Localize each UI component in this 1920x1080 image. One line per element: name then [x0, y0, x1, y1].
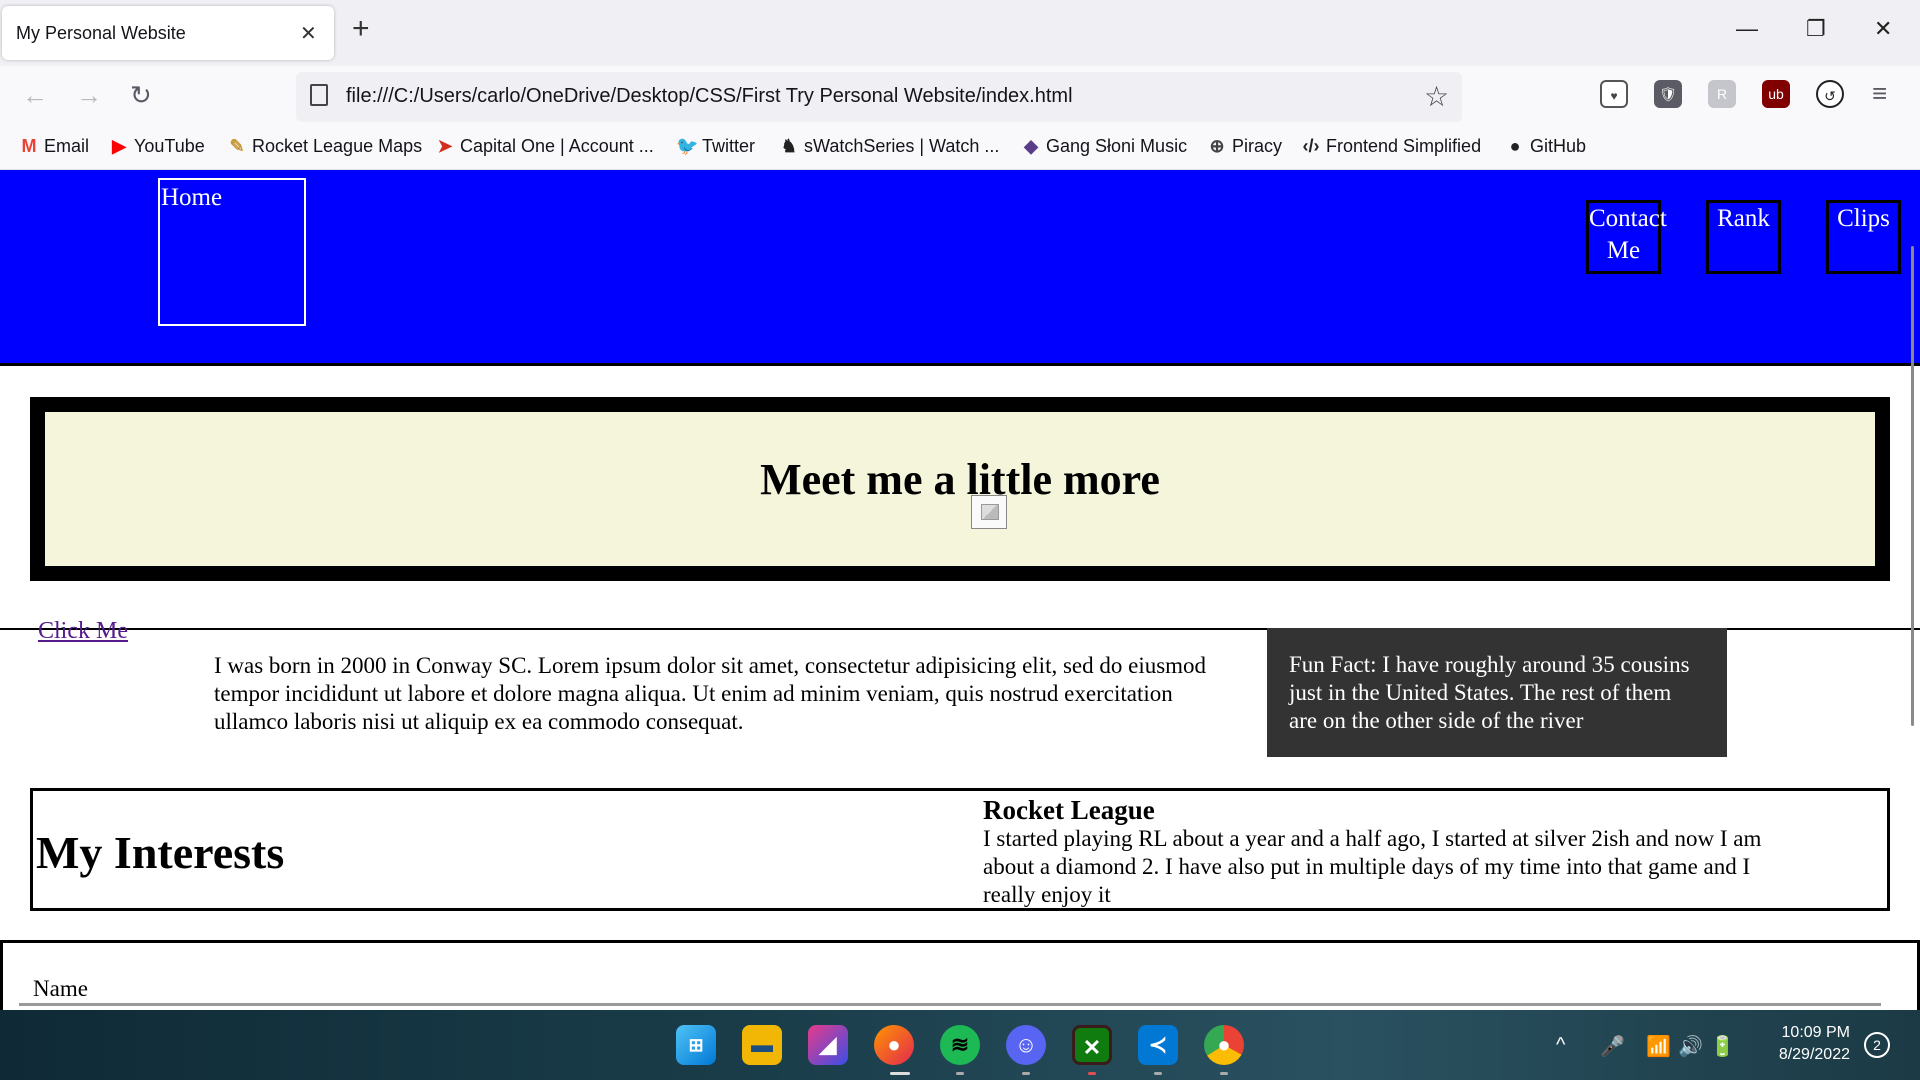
bookmark-icon: ✎	[229, 136, 245, 156]
spotify-indicator	[956, 1072, 964, 1075]
clock-time: 10:09 PM	[1781, 1024, 1850, 1041]
clock-date: 8/29/2022	[1778, 1046, 1850, 1063]
notification-badge[interactable]: 2	[1864, 1032, 1890, 1058]
firefox-icon[interactable]: ●	[874, 1025, 914, 1065]
extension-icon[interactable]: R	[1708, 80, 1736, 108]
xbox-icon[interactable]: ✕	[1072, 1025, 1112, 1065]
tab-my-personal-website[interactable]: My Personal Website ✕	[2, 6, 334, 60]
bookmark-item[interactable]: 🐦 Twitter	[676, 136, 755, 157]
interests-title: My Interests	[36, 827, 285, 878]
bookmark-item[interactable]: ▶ YouTube	[108, 136, 205, 157]
close-window-icon[interactable]: ✕	[1874, 16, 1892, 42]
bookmark-label: Twitter	[702, 136, 756, 156]
fun-fact-box: Fun Fact: I have roughly around 35 cousi…	[1267, 628, 1727, 757]
volume-icon[interactable]: 🔊	[1678, 1034, 1703, 1059]
bookmark-label: YouTube	[134, 136, 205, 156]
contact-label-line1: Contact	[1589, 205, 1667, 232]
bookmark-icon: ⊕	[1209, 136, 1225, 156]
spotify-icon[interactable]: ≋	[940, 1025, 980, 1065]
hero-section: Meet me a little more	[30, 397, 1890, 581]
menu-icon[interactable]: ≡	[1872, 80, 1887, 106]
discord-icon[interactable]: ☺	[1006, 1025, 1046, 1065]
navigation-toolbar: ← → ↻ file:///C:/Users/carlo/OneDrive/De…	[0, 66, 1920, 130]
bookmark-star-icon[interactable]: ☆	[1424, 80, 1449, 113]
clock[interactable]: 10:09 PM 8/29/2022	[1740, 1022, 1850, 1066]
shield-icon[interactable]: 🛡	[1654, 80, 1682, 108]
bookmark-label: Rocket League Maps	[252, 136, 423, 156]
page-icon	[310, 84, 328, 106]
interest-item: Rocket League I started playing RL about…	[983, 795, 1803, 909]
vscode-icon[interactable]: ≺	[1138, 1025, 1178, 1065]
bookmarks-toolbar: M Email ▶ YouTube ✎ Rocket League Maps ➤ Capita…	[0, 130, 1920, 170]
interests-section: My Interests Rocket League I started pla…	[30, 788, 1890, 911]
bookmark-label: GitHub	[1530, 136, 1587, 156]
forward-icon[interactable]: →	[76, 82, 102, 108]
bookmark-icon: ‹/›	[1302, 136, 1320, 156]
bookmark-label: Email	[44, 136, 90, 156]
bookmark-item[interactable]: ⊕ Piracy	[1206, 136, 1282, 157]
chrome-icon[interactable]: ●	[1204, 1025, 1244, 1065]
taskbar: ⊞ ▬ ◢ ● ≋ ☺ ✕ ≺ ● ^ 🎤 📶 🔊 🔋 10:09 PM 8/2…	[0, 1010, 1920, 1080]
contact-me-link[interactable]: Contact Me	[1586, 200, 1667, 274]
discord-indicator	[1022, 1072, 1030, 1075]
bookmark-icon: ▶	[112, 136, 126, 156]
vscode-indicator	[1154, 1072, 1162, 1075]
url-text[interactable]: file:///C:/Users/carlo/OneDrive/Desktop/…	[346, 85, 1073, 108]
bookmark-icon: ➤	[437, 136, 453, 156]
tab-title: My Personal Website	[16, 23, 186, 43]
interest-item-title: Rocket League	[983, 795, 1155, 825]
bookmark-label: Capital One | Account ...	[460, 136, 654, 156]
bookmark-label: Frontend Simplified	[1326, 136, 1482, 156]
bookmark-icon: M	[21, 136, 37, 156]
restore-icon[interactable]: ❐	[1806, 16, 1826, 42]
home-link[interactable]: Home	[158, 178, 306, 326]
bio-paragraph: I was born in 2000 in Conway SC. Lorem i…	[214, 653, 1207, 734]
back-icon[interactable]: ←	[22, 82, 48, 108]
xbox-indicator	[1088, 1072, 1096, 1075]
battery-icon[interactable]: 🔋	[1710, 1034, 1735, 1059]
bookmark-icon: ◆	[1024, 136, 1038, 156]
site-header: Home Contact Me Rank Clips	[0, 170, 1920, 366]
file-explorer-icon[interactable]: ▬	[742, 1025, 782, 1065]
bookmark-label: Gang Słoni Music	[1046, 136, 1188, 156]
microphone-icon[interactable]: 🎤	[1600, 1034, 1625, 1059]
contact-label-line2: Me	[1606, 237, 1641, 264]
tab-strip: My Personal Website ✕ + — ❐ ✕	[0, 0, 1920, 66]
minimize-icon[interactable]: —	[1736, 16, 1758, 42]
bookmark-item[interactable]: ➤ Capital One | Account ...	[434, 136, 654, 157]
show-hidden-icons-icon[interactable]: ^	[1556, 1034, 1565, 1057]
hero-title: Meet me a little more	[760, 455, 1160, 504]
app-icon[interactable]: ◢	[808, 1025, 848, 1065]
wifi-icon[interactable]: 📶	[1646, 1034, 1671, 1059]
rank-link[interactable]: Rank	[1706, 200, 1781, 274]
bookmark-icon: 🐦	[676, 136, 699, 156]
pocket-icon[interactable]: ♥	[1600, 80, 1628, 108]
bookmark-icon: ♞	[780, 136, 798, 156]
bookmark-item[interactable]: ♞ sWatchSeries | Watch ...	[778, 136, 999, 157]
bookmark-item[interactable]: ◆ Gang Słoni Music	[1020, 136, 1187, 157]
ublock-icon[interactable]: ub	[1762, 80, 1790, 108]
reload-icon[interactable]: ↻	[130, 82, 152, 108]
bookmark-label: Piracy	[1232, 136, 1283, 156]
url-bar[interactable]: file:///C:/Users/carlo/OneDrive/Desktop/…	[296, 72, 1462, 122]
contact-form: Name	[0, 940, 1920, 1010]
sync-icon[interactable]: ↺	[1816, 80, 1844, 108]
new-tab-button[interactable]: +	[352, 14, 370, 44]
tab-close-icon[interactable]: ✕	[300, 21, 317, 46]
bookmark-item[interactable]: ● GitHub	[1504, 136, 1586, 157]
name-label: Name	[33, 976, 88, 1001]
bookmark-item[interactable]: ✎ Rocket League Maps	[226, 136, 422, 157]
firefox-active-indicator	[890, 1072, 910, 1075]
bookmark-icon: ●	[1509, 136, 1521, 156]
clips-link[interactable]: Clips	[1826, 200, 1901, 274]
click-me-link[interactable]: Click Me	[38, 618, 128, 645]
chrome-indicator	[1220, 1072, 1228, 1075]
broken-image-icon	[971, 495, 1007, 529]
page-scrollbar[interactable]	[1911, 246, 1914, 726]
interest-item-text: I started playing RL about a year and a …	[983, 826, 1762, 907]
bookmark-item[interactable]: M Email	[18, 136, 90, 157]
bookmark-item[interactable]: ‹/› Frontend Simplified	[1300, 136, 1482, 157]
start-icon[interactable]: ⊞	[676, 1025, 716, 1065]
bookmark-label: sWatchSeries | Watch ...	[804, 136, 1000, 156]
